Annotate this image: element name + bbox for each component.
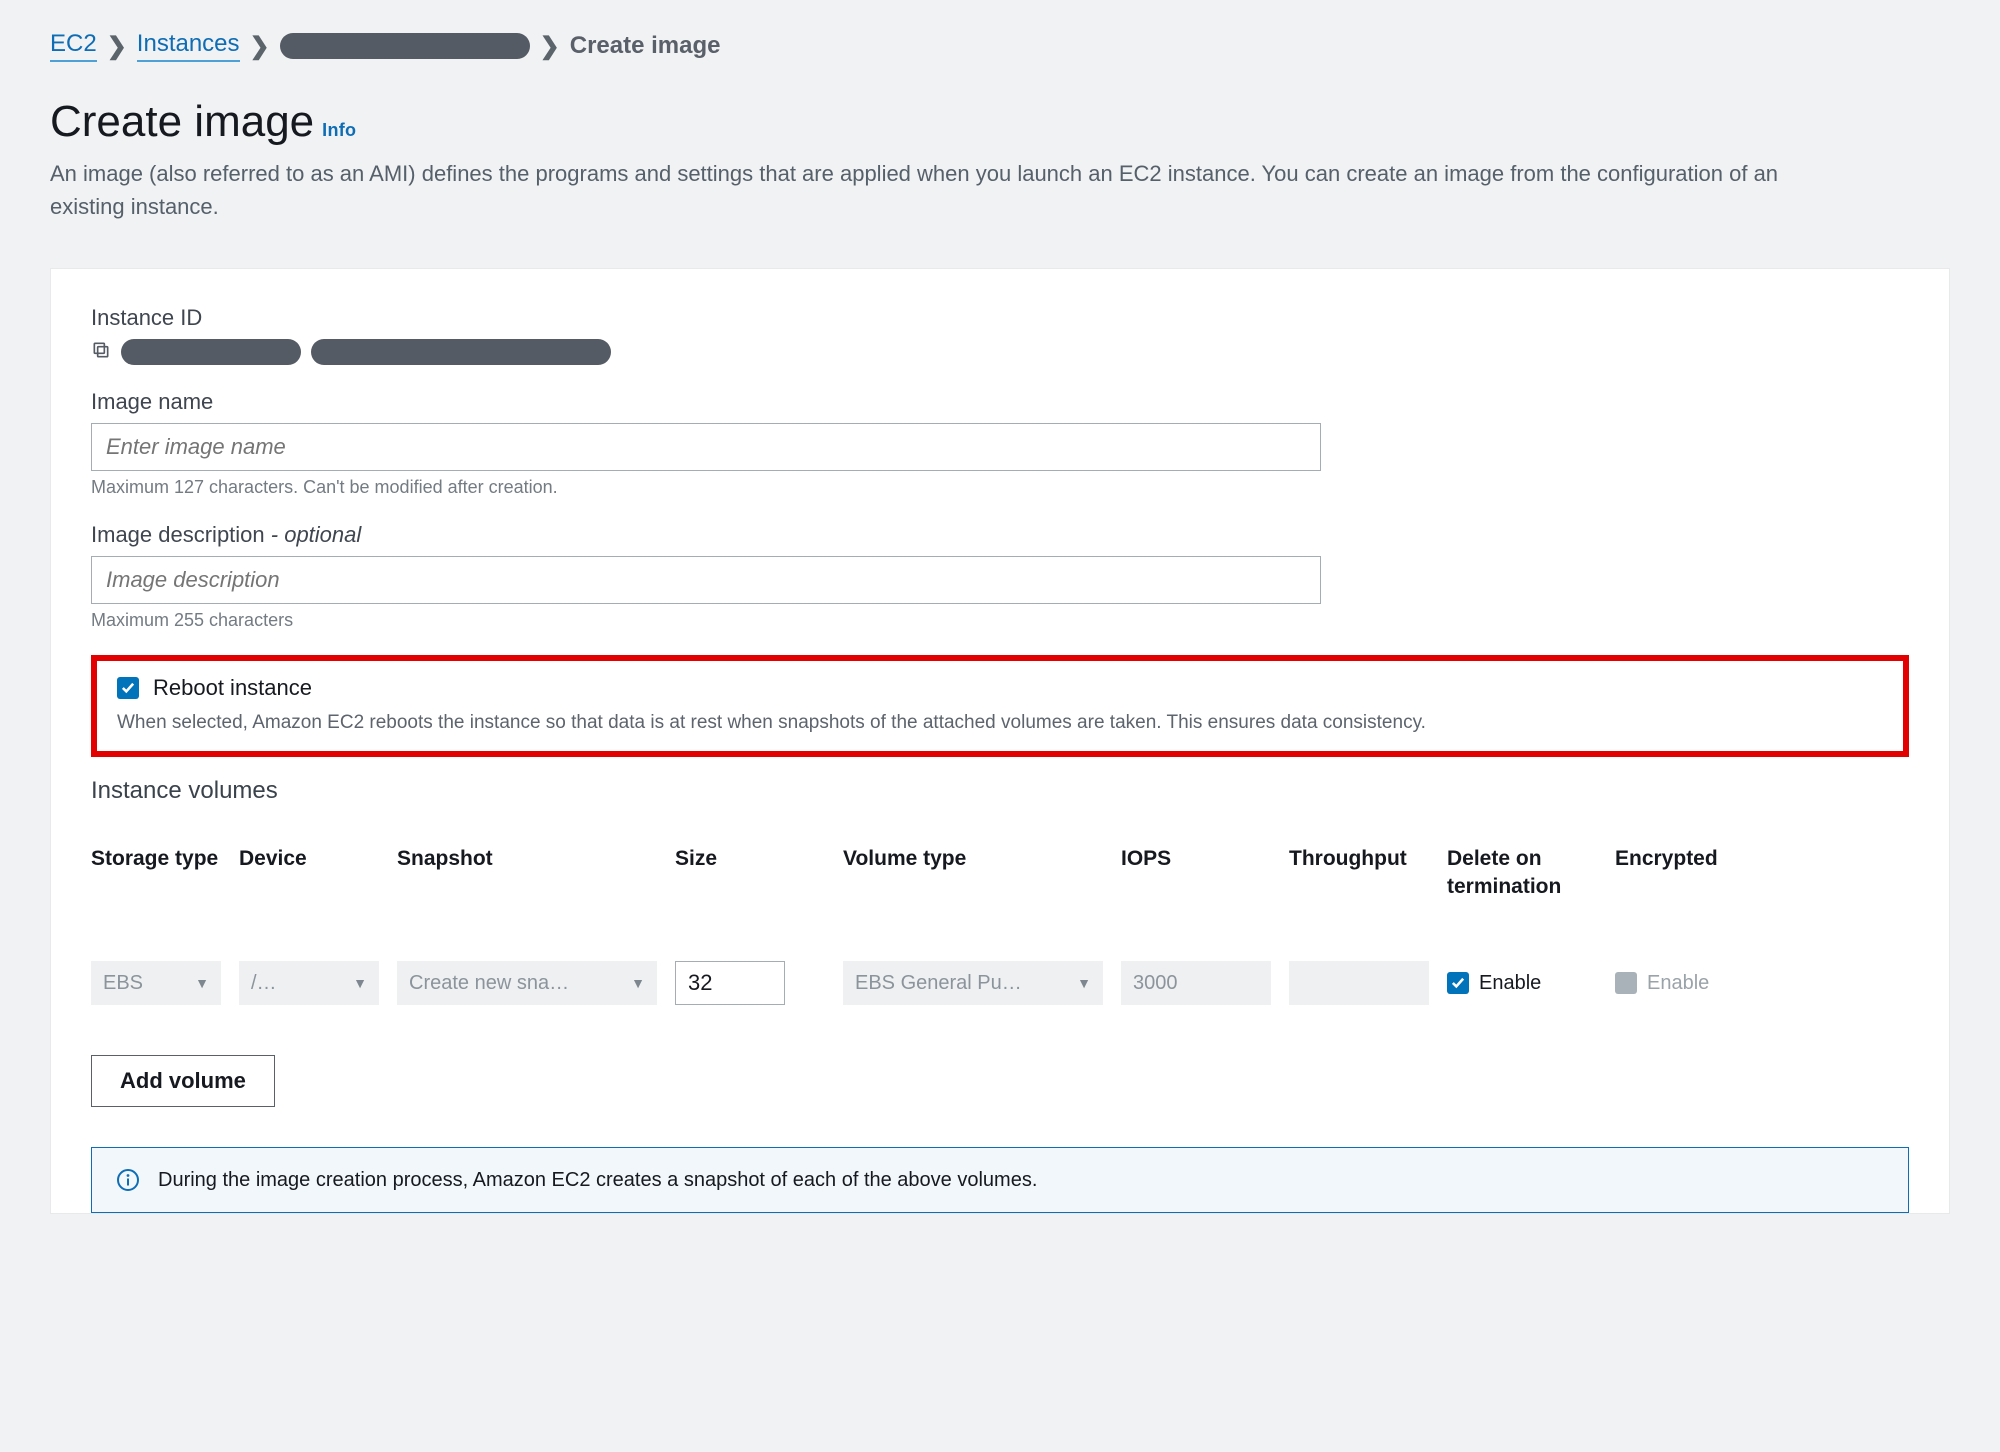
col-storage-type: Storage type — [91, 845, 221, 873]
size-input[interactable] — [675, 961, 785, 1005]
info-banner-text: During the image creation process, Amazo… — [158, 1169, 1037, 1192]
image-name-label: Image name — [91, 389, 1909, 415]
instance-id-label: Instance ID — [91, 305, 1909, 331]
image-description-label: Image description - optional — [91, 522, 1909, 548]
delete-on-termination-checkbox[interactable] — [1447, 972, 1469, 994]
volumes-table: Storage type Device Snapshot Size Volume… — [91, 845, 1909, 1006]
image-description-input[interactable] — [91, 556, 1321, 604]
delete-on-termination-label: Enable — [1479, 972, 1541, 995]
size-cell — [675, 961, 825, 1005]
create-image-panel: Instance ID Image name Maximum 127 chara… — [50, 268, 1950, 1214]
chevron-down-icon: ▼ — [631, 975, 645, 991]
col-size: Size — [675, 845, 825, 873]
encrypted-label: Enable — [1647, 972, 1709, 995]
col-volume-type: Volume type — [843, 845, 1103, 873]
reboot-instance-description: When selected, Amazon EC2 reboots the in… — [117, 709, 1883, 737]
chevron-right-icon: ❯ — [107, 32, 127, 61]
reboot-instance-checkbox[interactable] — [117, 677, 139, 699]
encrypted-cell: Enable — [1615, 961, 1765, 1005]
copy-icon[interactable] — [91, 340, 111, 365]
snapshot-select[interactable]: Create new sna…▼ — [397, 961, 657, 1005]
col-iops: IOPS — [1121, 845, 1271, 873]
col-snapshot: Snapshot — [397, 845, 657, 873]
breadcrumb-instances[interactable]: Instances — [137, 30, 240, 62]
chevron-right-icon: ❯ — [250, 32, 270, 61]
col-encrypted: Encrypted — [1615, 845, 1765, 873]
chevron-down-icon: ▼ — [195, 975, 209, 991]
breadcrumb-ec2[interactable]: EC2 — [50, 30, 97, 62]
image-description-hint: Maximum 255 characters — [91, 610, 1909, 631]
instance-volumes-title: Instance volumes — [91, 777, 1909, 805]
chevron-down-icon: ▼ — [353, 975, 367, 991]
info-banner: During the image creation process, Amazo… — [91, 1147, 1909, 1213]
breadcrumb-current: Create image — [570, 32, 721, 60]
chevron-down-icon: ▼ — [1077, 975, 1091, 991]
encrypted-checkbox[interactable] — [1615, 972, 1637, 994]
chevron-right-icon: ❯ — [540, 32, 560, 61]
page-description: An image (also referred to as an AMI) de… — [50, 157, 1850, 223]
info-link[interactable]: Info — [322, 120, 356, 141]
add-volume-button[interactable]: Add volume — [91, 1055, 275, 1107]
col-device: Device — [239, 845, 379, 873]
volume-type-select[interactable]: EBS General Pu…▼ — [843, 961, 1103, 1005]
image-name-hint: Maximum 127 characters. Can't be modifie… — [91, 477, 1909, 498]
image-name-input[interactable] — [91, 423, 1321, 471]
col-delete-on-termination: Delete on termination — [1447, 845, 1597, 902]
storage-type-select[interactable]: EBS▼ — [91, 961, 221, 1005]
delete-on-termination-cell: Enable — [1447, 961, 1597, 1005]
throughput-value — [1289, 961, 1429, 1005]
breadcrumb-instance-id-redacted[interactable] — [280, 33, 530, 59]
instance-id-value-redacted — [121, 339, 611, 365]
info-icon — [116, 1168, 140, 1192]
reboot-instance-label: Reboot instance — [153, 675, 312, 701]
breadcrumb: EC2 ❯ Instances ❯ ❯ Create image — [50, 30, 1950, 62]
reboot-instance-highlight: Reboot instance When selected, Amazon EC… — [91, 655, 1909, 757]
device-select[interactable]: /…▼ — [239, 961, 379, 1005]
page-title: Create image — [50, 97, 314, 147]
col-throughput: Throughput — [1289, 845, 1429, 873]
iops-value: 3000 — [1121, 961, 1271, 1005]
